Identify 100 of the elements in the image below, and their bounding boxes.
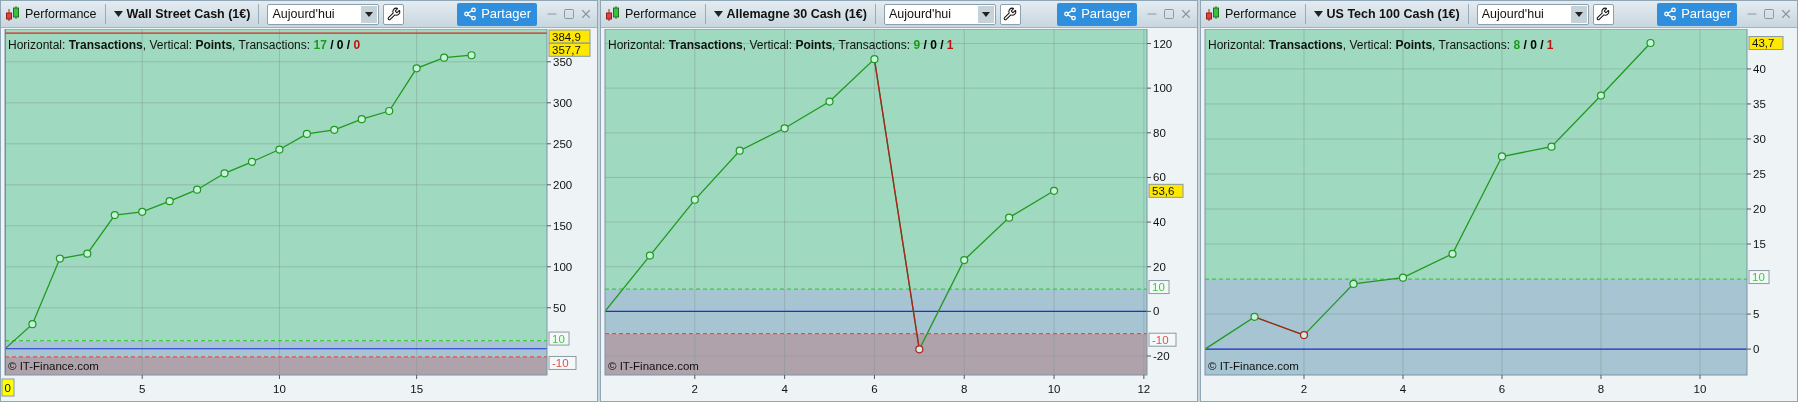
- wrench-icon: [386, 7, 401, 21]
- axis-tick-label: 8: [1597, 383, 1605, 395]
- data-point: [467, 51, 476, 60]
- instrument-selector[interactable]: Wall Street Cash (1€): [113, 4, 251, 24]
- close-icon[interactable]: [1179, 7, 1193, 21]
- data-point: [690, 195, 699, 204]
- close-icon[interactable]: [579, 7, 593, 21]
- ref-line-label: 0: [4, 382, 11, 394]
- share-icon: [1063, 7, 1078, 21]
- copyright-label: © IT-Finance.com: [8, 359, 99, 374]
- data-point: [780, 124, 789, 133]
- axis-tick-label: 10: [273, 383, 286, 395]
- cursor-tag: 0: [1, 378, 15, 397]
- axis-tick-label: 12: [1137, 383, 1151, 395]
- data-point: [330, 125, 339, 134]
- data-point: [302, 129, 311, 139]
- instrument-selector[interactable]: Allemagne 30 Cash (1€): [713, 4, 867, 24]
- price-tag: 357,7: [548, 42, 591, 57]
- axis-tick-label: 15: [410, 383, 424, 395]
- settings-button[interactable]: [383, 3, 405, 25]
- period-dropdown[interactable]: Aujourd'hui: [883, 3, 996, 25]
- data-point: [138, 207, 147, 216]
- maximize-icon[interactable]: [1163, 8, 1175, 20]
- axis-tick-label: 5: [139, 383, 146, 395]
- ref-line-label: -10: [1152, 333, 1169, 346]
- axis-tick-label: 100: [553, 260, 573, 273]
- period-dropdown[interactable]: Aujourd'hui: [267, 3, 380, 25]
- share-icon: [1663, 7, 1678, 21]
- axis-tick-label: 80: [1153, 126, 1166, 139]
- axis-tick-label: 35: [1753, 97, 1766, 110]
- axis-tick-label: 100: [1153, 82, 1173, 95]
- candlestick-icon: [605, 6, 621, 22]
- period-dropdown[interactable]: Aujourd'hui: [1476, 3, 1589, 25]
- axis-tick-label: 0: [1153, 305, 1160, 318]
- axis-tick-label: 15: [1753, 238, 1766, 250]
- axis-tick-label: 10: [1047, 383, 1061, 395]
- data-point: [1250, 312, 1259, 321]
- ref-line-label: 10: [1752, 271, 1765, 284]
- caret-icon: [365, 11, 374, 17]
- price-tag: 43,7: [1748, 36, 1784, 50]
- share-icon: [463, 7, 478, 21]
- close-icon[interactable]: [1779, 7, 1793, 21]
- axis-tick-label: 120: [1153, 37, 1173, 50]
- data-point: [960, 255, 969, 265]
- data-point: [110, 211, 119, 220]
- module-label: Performance: [1225, 5, 1297, 23]
- axis-tick-label: 0: [1753, 343, 1760, 356]
- data-point: [1646, 38, 1655, 48]
- data-point: [1448, 249, 1457, 258]
- data-point: [440, 53, 449, 62]
- data-point: [83, 249, 92, 258]
- data-point: [645, 251, 654, 260]
- ref-line-label: -10: [552, 356, 569, 369]
- caret-icon: [1574, 11, 1583, 17]
- axis-tick-label: 4: [1399, 383, 1407, 395]
- data-point: [1005, 213, 1014, 222]
- axis-tick-label: 6: [1498, 383, 1506, 395]
- settings-button[interactable]: [1592, 3, 1614, 25]
- axis-tick-label: 40: [1753, 62, 1766, 75]
- threshold-tag: -10: [1148, 332, 1177, 347]
- settings-button[interactable]: [999, 3, 1021, 25]
- threshold-tag: -10: [548, 355, 577, 370]
- data-point: [825, 97, 834, 106]
- axis-tick-label: 50: [553, 301, 566, 314]
- data-point: [870, 55, 879, 64]
- data-point: [193, 185, 202, 194]
- data-point: [1596, 91, 1606, 100]
- data-point: [55, 254, 64, 263]
- caret-icon: [981, 11, 990, 17]
- data-point: [915, 345, 924, 354]
- data-point: [385, 106, 394, 116]
- data-point: [1398, 273, 1408, 282]
- ref-line-label: 10: [1152, 281, 1165, 294]
- threshold-tag: 10: [548, 331, 570, 346]
- wrench-icon: [1003, 7, 1018, 21]
- maximize-icon[interactable]: [1763, 8, 1775, 20]
- axis-tick-label: 2: [1300, 383, 1308, 395]
- ref-line-label: 384,9: [552, 30, 581, 43]
- price-tag: 53,6: [1148, 183, 1184, 198]
- data-point: [28, 320, 37, 329]
- axis-tick-label: 300: [553, 96, 573, 109]
- axis-tick-label: 30: [1753, 132, 1766, 145]
- axis-tick-label: 250: [553, 137, 573, 150]
- ref-line-label: 10: [552, 332, 565, 345]
- instrument-selector[interactable]: US Tech 100 Cash (1€): [1313, 4, 1460, 24]
- wrench-icon: [1596, 7, 1611, 21]
- cursor-tag: 384,9: [548, 29, 591, 44]
- data-point: [1349, 279, 1358, 289]
- data-point: [735, 146, 744, 155]
- threshold-tag: 10: [1748, 270, 1770, 285]
- axis-tick-label: 6: [871, 383, 878, 395]
- copyright-label: © IT-Finance.com: [1208, 359, 1299, 374]
- axis-tick-label: 200: [553, 178, 573, 191]
- caret-icon: [113, 11, 123, 17]
- threshold-tag: 10: [1148, 280, 1170, 295]
- axis-tick-label: 8: [961, 383, 968, 395]
- axis-tick-label: 2: [691, 383, 698, 395]
- candlestick-icon: [1205, 6, 1221, 22]
- axis-tick-label: -20: [1153, 350, 1170, 363]
- maximize-icon[interactable]: [563, 8, 575, 20]
